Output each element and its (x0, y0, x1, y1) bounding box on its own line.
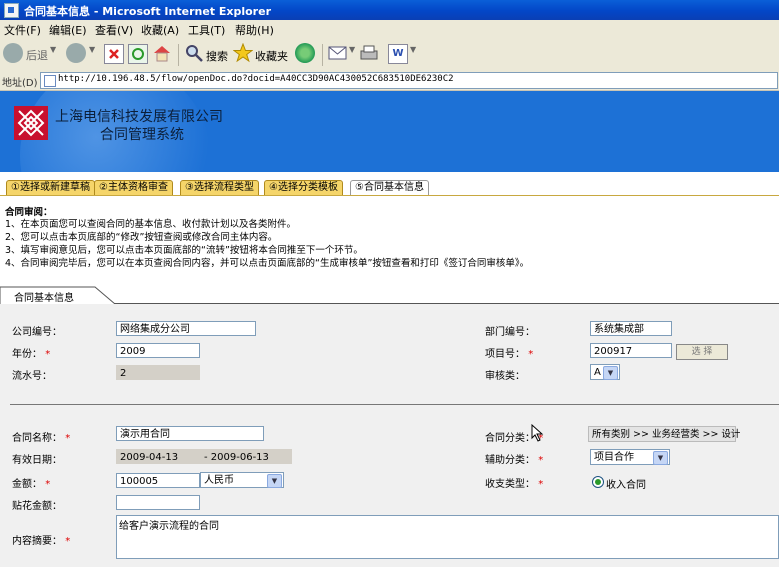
aux-category-value: 项目合作 (594, 452, 634, 463)
instruction-line-2: 2、您可以点击本页底部的“修改”按钮查阅或修改合同主体内容。 (5, 232, 278, 243)
select-project-button[interactable]: 选 择 (676, 344, 728, 360)
serial-label: 流水号： (12, 371, 52, 382)
window-title-bar[interactable]: 合同基本信息 - Microsoft Internet Explorer (0, 0, 779, 20)
audit-type-select[interactable]: A ▼ (590, 364, 620, 380)
summary-label: 内容摘要： * (12, 536, 71, 547)
search-label: 搜索 (206, 50, 228, 63)
step-tabs-line (0, 195, 779, 196)
dept-code-label: 部门编号： (485, 327, 535, 338)
contract-category-value[interactable]: 所有类别 >> 业务经营类 >> 设计 (588, 426, 740, 442)
page-icon (44, 75, 56, 87)
income-contract-label: 收入合同 (606, 480, 646, 491)
amount-input[interactable]: 100005 (116, 473, 200, 488)
mail-dropdown-icon[interactable]: ▼ (349, 45, 355, 54)
stamp-amount-input[interactable] (116, 495, 200, 510)
valid-date-label: 有效日期： (12, 455, 62, 466)
mouse-cursor-icon (531, 423, 545, 442)
aux-category-select[interactable]: 项目合作 ▼ (590, 449, 670, 465)
edit-dropdown-icon[interactable]: ▼ (410, 45, 416, 54)
summary-textarea[interactable]: 给客户演示流程的合同 (116, 515, 779, 559)
amount-label: 金额： * (12, 479, 51, 490)
serial-readonly: 2 (116, 365, 200, 380)
mail-icon[interactable] (328, 44, 348, 62)
aux-category-label: 辅助分类： * (485, 455, 544, 466)
address-label: 地址(D) (2, 78, 38, 89)
media-icon[interactable] (295, 43, 315, 63)
step-tab-3[interactable]: ③选择流程类型 (180, 180, 259, 196)
audit-type-value: A (594, 367, 601, 378)
menu-view[interactable]: 查看(V) (95, 22, 133, 38)
company-code-input[interactable]: 网络集成分公司 (116, 321, 256, 336)
instruction-line-3: 3、填写审阅意见后，您可以点击本页面底部的“流转”按钮将本合同推至下一个环节。 (5, 245, 363, 256)
contract-name-label: 合同名称： * (12, 433, 71, 444)
system-name: 合同管理系统 (100, 127, 184, 143)
search-icon (184, 43, 204, 63)
step-tab-5[interactable]: ⑤合同基本信息 (350, 180, 429, 196)
stop-icon[interactable] (104, 44, 124, 64)
payment-type-label: 收支类型： * (485, 479, 544, 490)
favorites-label: 收藏夹 (255, 50, 288, 63)
menu-file[interactable]: 文件(F) (4, 22, 41, 38)
form-tab-label: 合同基本信息 (14, 293, 74, 304)
valid-date-start: 2009-04-13 (116, 449, 200, 464)
address-bar: 地址(D) http://10.196.48.5/flow/openDoc.do… (0, 70, 779, 91)
dept-code-input[interactable]: 系统集成部 (590, 321, 672, 336)
menu-bar: 文件(F) 编辑(E) 查看(V) 收藏(A) 工具(T) 帮助(H) (0, 20, 779, 39)
home-icon[interactable] (152, 43, 172, 63)
forward-arrow-icon[interactable] (66, 43, 86, 63)
back-arrow-icon (3, 43, 23, 63)
menu-tools[interactable]: 工具(T) (188, 22, 225, 38)
step-tab-1[interactable]: ①选择或新建草稿 (6, 180, 95, 196)
year-label: 年份： * (12, 349, 51, 360)
valid-date-end: - 2009-06-13 (200, 449, 292, 464)
menu-help[interactable]: 帮助(H) (235, 22, 274, 38)
menu-favorites[interactable]: 收藏(A) (141, 22, 179, 38)
back-label: 后退 (26, 49, 48, 62)
chevron-down-icon: ▼ (603, 366, 618, 380)
back-dropdown-icon[interactable]: ▼ (50, 45, 56, 54)
income-contract-radio[interactable] (592, 476, 604, 488)
chevron-down-icon: ▼ (267, 474, 282, 488)
year-input[interactable]: 2009 (116, 343, 200, 358)
toolbar: 后退 ▼ ▼ 搜索 收藏夹 ▼ W ▼ (0, 38, 779, 71)
currency-value: 人民币 (204, 475, 234, 486)
menu-edit[interactable]: 编辑(E) (49, 22, 87, 38)
edit-word-icon[interactable]: W (388, 44, 408, 64)
print-icon[interactable] (359, 44, 379, 62)
stamp-amount-label: 贴花金额： (12, 501, 62, 512)
project-no-input[interactable]: 200917 (590, 343, 672, 358)
favorites-star-icon (232, 42, 254, 63)
ie-page-icon (4, 3, 19, 18)
step-tab-4[interactable]: ④选择分类模板 (264, 180, 343, 196)
form-tab-basic-info[interactable]: 合同基本信息 (0, 286, 116, 305)
company-code-label: 公司编号： (12, 327, 62, 338)
refresh-icon[interactable] (128, 44, 148, 64)
currency-select[interactable]: 人民币 ▼ (200, 472, 284, 488)
contract-name-input[interactable]: 演示用合同 (116, 426, 264, 441)
instruction-line-1: 1、在本页面您可以查阅合同的基本信息、收付款计划以及各类附件。 (5, 219, 297, 230)
section-divider (10, 404, 779, 405)
instruction-line-4: 4、合同审阅完毕后，您可以在本页查阅合同内容，并可以点击页面底部的“生成审核单”… (5, 258, 530, 269)
project-no-label: 项目号： * (485, 349, 534, 360)
step-tab-2[interactable]: ②主体资格审查 (94, 180, 173, 196)
address-url: http://10.196.48.5/flow/openDoc.do?docid… (58, 74, 454, 84)
window-title: 合同基本信息 - Microsoft Internet Explorer (24, 5, 271, 18)
company-name: 上海电信科技发展有限公司 (55, 109, 223, 125)
audit-type-label: 审核类： (485, 371, 525, 382)
forward-dropdown-icon[interactable]: ▼ (89, 45, 95, 54)
company-logo-icon (14, 106, 48, 140)
chevron-down-icon: ▼ (653, 451, 668, 465)
